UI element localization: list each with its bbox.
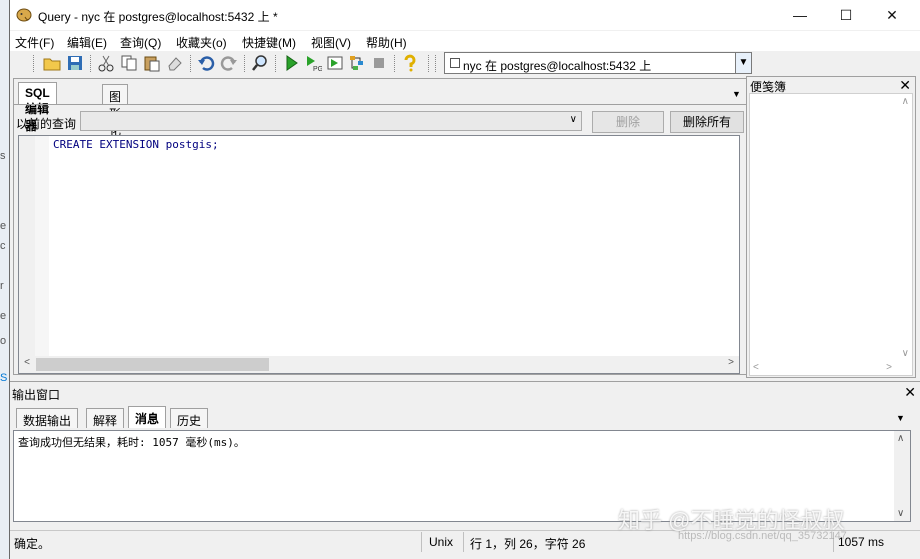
tab-sql-editor[interactable]: SQL编辑器	[18, 82, 57, 133]
delete-all-button[interactable]: 删除所有	[670, 111, 744, 133]
connection-label: nyc 在 postgres@localhost:5432 上	[463, 59, 652, 73]
eraser-icon[interactable]	[166, 54, 184, 72]
scroll-left-icon[interactable]: <	[20, 357, 34, 368]
scroll-up-icon[interactable]: ∧	[902, 96, 909, 107]
undo-icon[interactable]	[197, 54, 215, 72]
svg-text:PG: PG	[313, 66, 322, 72]
toolbar-separator	[394, 55, 395, 72]
query-window: Query - nyc 在 postgres@localhost:5432 上 …	[9, 0, 920, 559]
menu-view[interactable]: 视图(V)	[311, 34, 351, 51]
toolbar-separator	[428, 55, 429, 72]
menu-bar: 文件(F) 编辑(E) 查询(Q) 收藏夹(o) 快捷键(M) 视图(V) 帮助…	[10, 31, 920, 51]
vertical-scrollbar[interactable]: ∧ ∨	[894, 431, 910, 521]
output-close-icon[interactable]: ✕	[904, 384, 916, 401]
scroll-down-icon[interactable]: ∨	[897, 508, 904, 519]
background-window-edge: secreoS	[0, 0, 9, 559]
menu-edit[interactable]: 编辑(E)	[67, 34, 107, 51]
tab-history[interactable]: 历史	[170, 408, 209, 428]
fold-margin	[35, 136, 49, 356]
menu-file[interactable]: 文件(F)	[15, 34, 54, 51]
status-text: 确定。	[14, 537, 51, 551]
scroll-right-icon[interactable]: >	[886, 362, 892, 373]
chevron-down-icon: ∨	[569, 114, 577, 125]
delete-button[interactable]: 删除	[592, 111, 664, 133]
title-bar: Query - nyc 在 postgres@localhost:5432 上 …	[10, 0, 920, 30]
help-icon[interactable]	[401, 54, 419, 72]
tab-menu-arrow-icon[interactable]: ▼	[732, 89, 741, 99]
minimize-icon: —	[793, 7, 807, 23]
explain-icon[interactable]: PG	[304, 54, 322, 72]
maximize-icon: ☐	[839, 7, 853, 23]
open-folder-icon[interactable]	[43, 54, 61, 72]
sql-editor-panel: SQL编辑器 图形化查询构造器 ▼ 以前的查询 ∨ 删除 删除所有 CREATE…	[13, 78, 749, 375]
connection-checkbox[interactable]	[450, 58, 460, 68]
status-separator	[463, 532, 464, 552]
previous-query-label: 以前的查询	[16, 117, 77, 131]
menu-help[interactable]: 帮助(H)	[366, 34, 407, 51]
previous-query-select[interactable]: ∨	[80, 111, 582, 131]
tab-messages[interactable]: 消息	[128, 406, 167, 428]
scratchpad-textarea[interactable]: ∧ ∨ < >	[749, 93, 913, 376]
explain-analyze-icon[interactable]	[348, 54, 366, 72]
tab-explain[interactable]: 解释	[86, 408, 125, 428]
toolbar-separator	[244, 55, 245, 72]
chevron-down-icon[interactable]: ▼	[735, 53, 751, 73]
pgadmin-elephant-icon	[16, 8, 32, 22]
window-title: Query - nyc 在 postgres@localhost:5432 上 …	[38, 10, 278, 24]
toolbar-separator	[190, 55, 191, 72]
scratchpad-close-icon[interactable]: ✕	[899, 77, 911, 94]
cut-icon[interactable]	[97, 54, 115, 72]
close-button[interactable]: ✕	[869, 0, 915, 30]
toolbar-separator	[33, 55, 34, 72]
scrollbar-thumb[interactable]	[36, 358, 269, 371]
status-separator	[421, 532, 422, 552]
status-cursor-position: 行 1，列 26，字符 26	[470, 537, 586, 551]
stop-icon[interactable]	[370, 54, 388, 72]
copy-icon[interactable]	[120, 54, 138, 72]
status-encoding: Unix	[429, 535, 454, 549]
scroll-up-icon[interactable]: ∧	[897, 433, 904, 444]
find-icon[interactable]	[251, 54, 269, 72]
watermark-url: https://blog.csdn.net/qq_35732147	[678, 530, 847, 542]
connection-select[interactable]: nyc 在 postgres@localhost:5432 上 ▼	[444, 52, 752, 74]
tab-graphical-query-builder[interactable]: 图形化查询构造器	[102, 84, 129, 223]
toolbar-separator	[90, 55, 91, 72]
minimize-button[interactable]: —	[777, 0, 823, 30]
query-message: 查询成功但无结果，耗时: 1057 毫秒(ms)。	[18, 436, 245, 449]
redo-icon[interactable]	[220, 54, 238, 72]
scroll-down-icon[interactable]: ∨	[902, 348, 909, 359]
execute-icon[interactable]	[282, 54, 300, 72]
save-icon[interactable]	[66, 54, 84, 72]
toolbar-separator	[435, 55, 436, 72]
tab-data-output[interactable]: 数据输出	[16, 408, 79, 428]
previous-query-bar: 以前的查询 ∨ 删除 删除所有	[14, 109, 748, 133]
tab-divider	[14, 104, 748, 105]
scratchpad-panel: 便笺簿 ✕ ∧ ∨ < >	[746, 76, 916, 378]
output-tabs: 数据输出 解释 消息 历史 ▼	[10, 403, 920, 429]
sql-code[interactable]: CREATE EXTENSION postgis;	[53, 138, 219, 151]
scroll-left-icon[interactable]: <	[753, 362, 759, 373]
tab-menu-arrow-icon[interactable]: ▼	[896, 413, 905, 423]
output-pane-header: 输出窗口 ✕	[10, 381, 920, 403]
menu-macros[interactable]: 快捷键(M)	[242, 34, 296, 51]
horizontal-scrollbar[interactable]: < >	[19, 356, 739, 373]
toolbar-separator	[275, 55, 276, 72]
scroll-right-icon[interactable]: >	[724, 357, 738, 368]
output-pane-title: 输出窗口	[12, 388, 61, 402]
close-icon: ✕	[886, 7, 898, 23]
menu-favourites[interactable]: 收藏夹(o)	[176, 34, 227, 51]
sql-editor[interactable]: CREATE EXTENSION postgis; < >	[18, 135, 740, 374]
line-number-gutter	[19, 136, 35, 356]
paste-icon[interactable]	[143, 54, 161, 72]
maximize-button[interactable]: ☐	[823, 0, 869, 30]
menu-query[interactable]: 查询(Q)	[120, 34, 161, 51]
execute-pgscript-icon[interactable]	[326, 54, 344, 72]
